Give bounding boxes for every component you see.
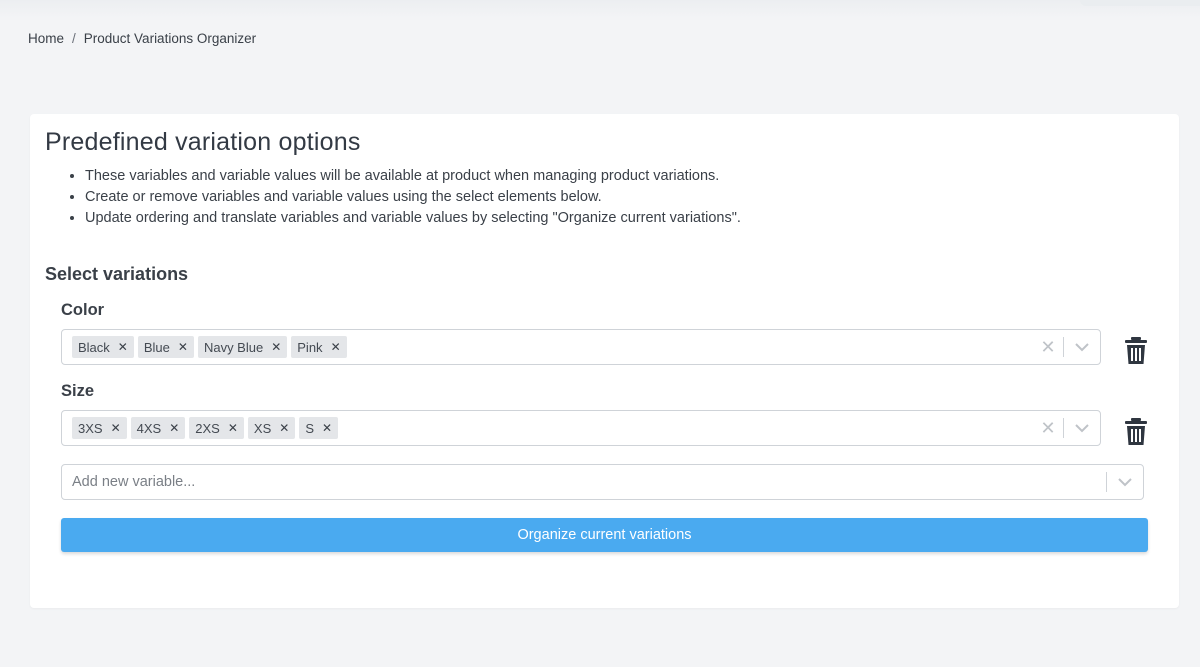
value-chip: Pink ✕: [291, 336, 347, 358]
value-chip: S ✕: [299, 417, 339, 439]
add-variable-select[interactable]: Add new variable...: [61, 464, 1144, 500]
size-chip-list: 3XS ✕ 4XS ✕ 2XS ✕ XS ✕ S ✕: [62, 417, 1033, 439]
close-icon[interactable]: ✕: [176, 340, 194, 354]
close-icon[interactable]: ✕: [116, 340, 134, 354]
chevron-down-icon[interactable]: [1107, 477, 1143, 487]
variable-label-size: Size: [61, 382, 95, 400]
value-chip: 3XS ✕: [72, 417, 127, 439]
section-title: Select variations: [45, 264, 189, 284]
info-item: These variables and variable values will…: [85, 166, 741, 187]
chip-label: Pink: [297, 339, 323, 355]
value-chip: XS ✕: [247, 417, 296, 439]
breadcrumb-current: Product Variations Organizer: [83, 31, 257, 46]
value-chip: Blue ✕: [137, 336, 194, 358]
size-values-select[interactable]: 3XS ✕ 4XS ✕ 2XS ✕ XS ✕ S ✕ ✕: [61, 410, 1101, 446]
close-icon[interactable]: ✕: [269, 340, 287, 354]
color-values-select[interactable]: Black ✕ Blue ✕ Navy Blue ✕ Pink ✕ ✕: [61, 329, 1101, 365]
clear-icon[interactable]: ✕: [1033, 418, 1063, 439]
close-icon[interactable]: ✕: [226, 421, 244, 435]
page-title: Predefined variation options: [45, 128, 361, 156]
delete-size-button[interactable]: [1124, 418, 1148, 446]
variation-options-card: Predefined variation options These varia…: [30, 114, 1179, 608]
info-item: Create or remove variables and variable …: [85, 187, 741, 208]
breadcrumb: Home / Product Variations Organizer: [28, 31, 256, 46]
clear-icon[interactable]: ✕: [1033, 337, 1063, 358]
close-icon[interactable]: ✕: [277, 421, 295, 435]
chip-label: 2XS: [195, 420, 220, 436]
variable-label-color: Color: [61, 301, 105, 319]
color-chip-list: Black ✕ Blue ✕ Navy Blue ✕ Pink ✕: [62, 336, 1033, 358]
chip-label: XS: [253, 420, 272, 436]
chip-label: 3XS: [78, 420, 103, 436]
close-icon[interactable]: ✕: [320, 421, 338, 435]
top-decoration: [1080, 0, 1200, 6]
info-item: Update ordering and translate variables …: [85, 208, 741, 229]
chip-label: Navy Blue: [203, 339, 264, 355]
trash-icon: [1125, 337, 1147, 364]
chevron-down-icon[interactable]: [1064, 342, 1100, 352]
trash-icon: [1125, 418, 1147, 445]
chip-label: Blue: [143, 339, 170, 355]
value-chip: Black ✕: [72, 336, 134, 358]
chip-label: S: [305, 420, 314, 436]
organize-variations-button[interactable]: Organize current variations: [61, 518, 1148, 552]
chevron-down-icon[interactable]: [1064, 423, 1100, 433]
value-chip: Navy Blue ✕: [197, 336, 288, 358]
chip-label: Black: [78, 339, 110, 355]
info-list: These variables and variable values will…: [45, 166, 741, 229]
close-icon[interactable]: ✕: [167, 421, 185, 435]
value-chip: 4XS ✕: [130, 417, 186, 439]
add-variable-placeholder: Add new variable...: [72, 474, 196, 490]
close-icon[interactable]: ✕: [329, 340, 347, 354]
chip-label: 4XS: [136, 420, 162, 436]
close-icon[interactable]: ✕: [109, 421, 127, 435]
top-bar-shadow: [0, 0, 1200, 18]
breadcrumb-separator: /: [72, 31, 76, 46]
value-chip: 2XS ✕: [189, 417, 244, 439]
breadcrumb-home-link[interactable]: Home: [28, 31, 64, 46]
delete-color-button[interactable]: [1124, 337, 1148, 365]
